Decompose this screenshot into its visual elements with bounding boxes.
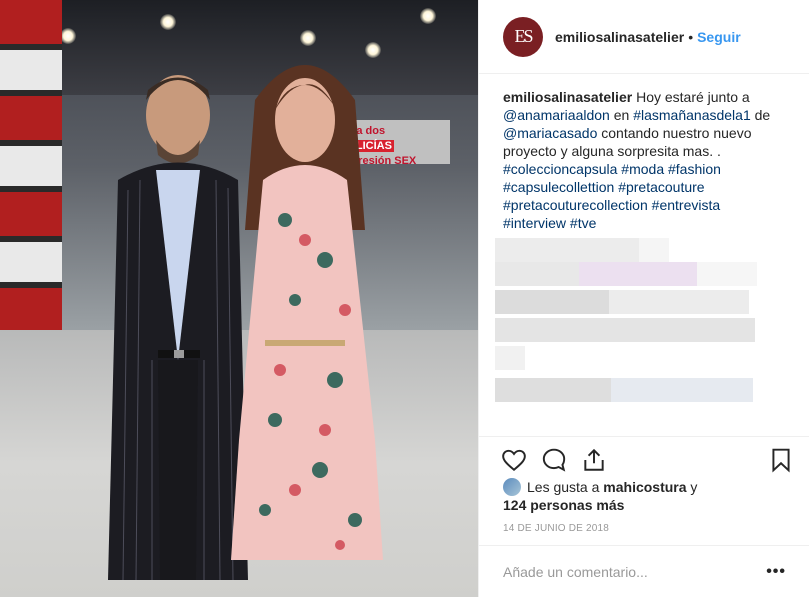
caption-line: proyecto y alguna sorpresita mas. . — [503, 142, 793, 160]
mention-link[interactable]: @anamariaaldon — [503, 107, 610, 123]
follow-button[interactable]: Seguir — [697, 29, 741, 45]
caption-line: emiliosalinasatelier Hoy estaré junto a — [503, 88, 793, 106]
studio-light — [60, 28, 76, 44]
studio-light — [420, 8, 436, 24]
hashtag-link[interactable]: #entrevista — [652, 197, 720, 213]
blurred-block — [639, 238, 669, 262]
likes-count[interactable]: 124 personas más — [503, 497, 624, 513]
comment-input[interactable]: Añade un comentario... — [503, 564, 766, 580]
liker-username[interactable]: mahicostura — [603, 479, 686, 495]
caption-line: #interview #tve — [503, 214, 793, 232]
caption-line: #capsulecollettion #pretacouture — [503, 178, 793, 196]
blurred-block — [697, 262, 757, 286]
hashtag-link[interactable]: #coleccioncapsula — [503, 161, 617, 177]
blurred-block — [495, 346, 525, 370]
caption-line: @anamariaaldon en #lasmañanasdela1 de — [503, 106, 793, 124]
blurred-block — [609, 290, 749, 314]
studio-wall-panels — [0, 0, 62, 350]
likes-prefix: Les gusta a — [527, 479, 604, 495]
blurred-block — [495, 290, 609, 314]
hashtag-link[interactable]: #interview — [503, 215, 566, 231]
caption-line: #coleccioncapsula #moda #fashion — [503, 160, 793, 178]
hashtag-link[interactable]: #fashion — [668, 161, 721, 177]
avatar-initials: ES — [514, 26, 533, 46]
blurred-block — [579, 262, 697, 286]
blurred-comments — [495, 238, 785, 410]
blurred-block — [495, 262, 579, 286]
post-header: ES emiliosalinasatelier • Seguir — [479, 0, 809, 74]
hashtag-link[interactable]: #moda — [621, 161, 664, 177]
mention-link[interactable]: @mariacasado — [503, 125, 597, 141]
blurred-block — [495, 378, 611, 402]
blurred-block — [495, 238, 639, 262]
add-comment-bar: Añade un comentario... ••• — [479, 545, 809, 597]
woman-figure — [231, 65, 383, 560]
post-side-panel: ES emiliosalinasatelier • Seguir emilios… — [478, 0, 809, 597]
liker-avatar[interactable] — [503, 478, 521, 496]
post-date[interactable]: 14 DE JUNIO DE 2018 — [503, 523, 609, 534]
hashtag-link[interactable]: #lasmañanasdela1 — [633, 107, 751, 123]
caption-text: en — [609, 107, 634, 123]
caption-text: Hoy estaré junto a — [632, 89, 750, 105]
comment-bubble-icon[interactable] — [541, 447, 567, 473]
caption-text: proyecto y alguna sorpresita mas. . — [503, 143, 721, 159]
likes-summary: Les gusta a mahicostura y 124 personas m… — [503, 478, 793, 514]
heart-icon[interactable] — [501, 447, 527, 473]
hashtag-link[interactable]: #tve — [570, 215, 596, 231]
studio-light — [160, 14, 176, 30]
blurred-block — [495, 318, 755, 342]
caption-line: #pretacouturecollection #entrevista — [503, 196, 793, 214]
caption-author[interactable]: emiliosalinasatelier — [503, 89, 632, 105]
hashtag-link[interactable]: #pretacouturecollection — [503, 197, 648, 213]
author-username[interactable]: emiliosalinasatelier — [555, 29, 684, 45]
post-photo[interactable]: cia a dos POLICÍAS r agresión SEX — [0, 0, 478, 597]
post-caption: emiliosalinasatelier Hoy estaré junto a @… — [503, 88, 793, 232]
caption-line: @mariacasado contando nuestro nuevo — [503, 124, 793, 142]
author-avatar[interactable]: ES — [503, 16, 543, 57]
hashtag-link[interactable]: #pretacouture — [618, 179, 704, 195]
blurred-block — [611, 378, 753, 402]
hashtag-link[interactable]: #capsulecollettion — [503, 179, 614, 195]
likes-suffix: y — [686, 479, 698, 495]
header-separator: • — [688, 28, 694, 45]
caption-text: de — [750, 107, 771, 123]
caption-text: contando nuestro nuevo — [597, 125, 752, 141]
share-icon[interactable] — [581, 447, 607, 473]
bookmark-icon[interactable] — [768, 447, 794, 473]
more-options-icon[interactable]: ••• — [766, 563, 786, 581]
post-actions-bar — [479, 436, 809, 482]
